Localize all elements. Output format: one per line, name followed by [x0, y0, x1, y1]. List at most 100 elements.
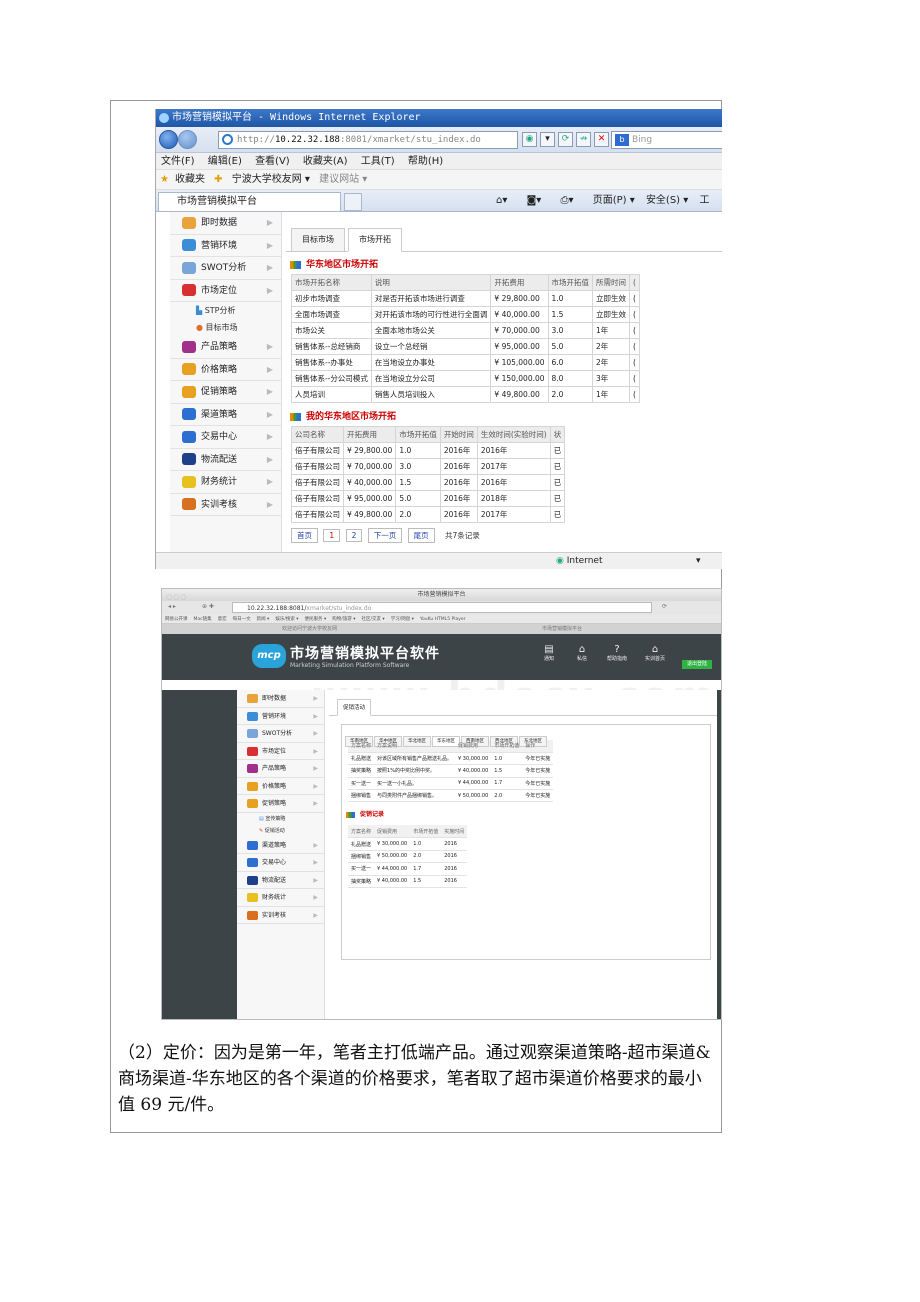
sidebar-item[interactable]: 财务统计 ▶: [170, 471, 281, 494]
region-tab[interactable]: 华东地区: [432, 736, 460, 747]
tools-menu[interactable]: 工: [699, 195, 709, 206]
bookmark-link[interactable]: 便民服务 ▾: [305, 617, 327, 622]
safety-menu[interactable]: 安全(S) ▾: [646, 195, 688, 206]
sidebar-item[interactable]: 市场定位 ▶: [237, 743, 324, 760]
favorites-button[interactable]: 收藏夹: [175, 174, 205, 185]
sidebar-item-label: 市场定位: [201, 285, 238, 296]
tab-market-expansion[interactable]: 市场开拓: [348, 228, 402, 252]
page-2-link[interactable]: 2: [345, 529, 363, 542]
message-button[interactable]: ⌂ 私信: [567, 644, 597, 663]
sidebar-item[interactable]: 产品策略 ▶: [237, 760, 324, 778]
bookmark-link[interactable]: 意宏: [218, 617, 227, 622]
menu-file[interactable]: 文件(F): [161, 156, 195, 167]
table-cell: 2016年: [476, 442, 551, 459]
stop-icon[interactable]: ✕: [594, 132, 609, 147]
bookmark-link[interactable]: 学习/网盘 ▾: [391, 617, 414, 622]
feeds-icon[interactable]: ◙▾: [527, 195, 550, 206]
menu-view[interactable]: 查看(V): [255, 156, 290, 167]
bookmark-link[interactable]: 社区/交友 ▾: [361, 617, 384, 622]
sidebar-item-icon: [182, 430, 196, 443]
chevron-right-icon: ▶: [266, 240, 273, 250]
safari-tab-alumni[interactable]: 欢迎访问宁波大学校友网: [282, 624, 337, 634]
home-button[interactable]: ⌂ 实训首页: [640, 644, 670, 663]
page-1-link[interactable]: 1: [323, 529, 341, 542]
bookmark-link[interactable]: Mac随集: [194, 617, 212, 622]
safari-tab-platform[interactable]: 市场营销模拟平台: [542, 624, 582, 634]
new-tab-button[interactable]: [344, 193, 362, 211]
sidebar-sub-promotion[interactable]: ✎ 促销活动: [237, 825, 324, 837]
print-icon[interactable]: ⎙▾: [561, 195, 582, 206]
forward-icon[interactable]: [178, 130, 197, 149]
safari-url-input[interactable]: 10.22.32.188:8081/xmarket/stu_index.do: [232, 602, 652, 613]
sidebar-item[interactable]: 渠道策略 ▶: [237, 837, 324, 854]
sidebar-sub-advertising[interactable]: ▤ 宣传策略: [237, 813, 324, 825]
target-icon: ●: [196, 323, 203, 332]
menu-edit[interactable]: 编辑(E): [208, 156, 242, 167]
menu-help[interactable]: 帮助(H): [408, 156, 443, 167]
sidebar-item[interactable]: 营销环境 ▶: [237, 708, 324, 725]
sidebar-item[interactable]: 即时数据 ▶: [170, 212, 281, 235]
next-page-link[interactable]: 下一页: [367, 528, 403, 543]
region-tab[interactable]: 华北地区: [403, 736, 431, 747]
zoom-control[interactable]: ▾: [696, 553, 701, 569]
sidebar-item[interactable]: 产品策略 ▶: [170, 336, 281, 359]
search-input[interactable]: b Bing: [611, 131, 722, 149]
page-menu[interactable]: 页面(P) ▾: [593, 195, 635, 206]
go-icon[interactable]: ↛: [576, 132, 591, 147]
sidebar-item[interactable]: 实训考核 ▶: [237, 907, 324, 924]
tab-promotion-activity[interactable]: 促销活动: [337, 699, 372, 716]
bookmark-link[interactable]: 网易公开课: [165, 617, 188, 622]
sidebar-item[interactable]: 促销策略 ▶: [170, 381, 281, 404]
add-favorite-icon[interactable]: ✚: [214, 174, 222, 185]
bookmark-link[interactable]: YouKu HTML5 Player: [420, 617, 466, 622]
sidebar-item[interactable]: 物流配送 ▶: [237, 872, 324, 889]
bookmark-link[interactable]: 每日一文: [233, 617, 251, 622]
bookmark-link[interactable]: 购物/旅游 ▾: [332, 617, 355, 622]
table-cell: 倍子有限公司: [291, 490, 344, 507]
sidebar-item[interactable]: 财务统计 ▶: [237, 889, 324, 907]
favorite-suggested-link[interactable]: 建议网站 ▾: [319, 174, 367, 185]
sidebar-item[interactable]: 市场定位 ▶: [170, 280, 281, 302]
sidebar-item[interactable]: 促销策略 ▶: [237, 795, 324, 813]
bookmark-link[interactable]: 新闻 ▾: [257, 617, 270, 622]
sidebar-item[interactable]: 实训考核 ▶: [170, 494, 281, 516]
table-cell: 1.7: [491, 777, 523, 791]
ie-active-tab[interactable]: 市场营销模拟平台: [158, 192, 341, 211]
sidebar-sub-stp[interactable]: ▙ STP分析: [170, 302, 281, 319]
sidebar-item[interactable]: SWOT分析 ▶: [237, 725, 324, 743]
dropdown-icon[interactable]: ▾: [540, 132, 555, 147]
bookmark-link[interactable]: 娱乐/搜索 ▾: [275, 617, 298, 622]
table-cell: 1.5: [547, 306, 594, 323]
reload-icon[interactable]: ⟳: [662, 601, 667, 613]
share-icon[interactable]: ⊕ ✚: [202, 601, 214, 613]
back-forward-icon[interactable]: ◂ ▸: [168, 601, 176, 613]
table-cell: 1.5: [491, 764, 523, 778]
chevron-right-icon: ▶: [313, 712, 318, 720]
tab-target-market[interactable]: 目标市场: [291, 228, 345, 252]
refresh-icon[interactable]: ⟳: [558, 132, 573, 147]
sidebar-item[interactable]: 价格策略 ▶: [170, 359, 281, 381]
sidebar-item[interactable]: 交易中心 ▶: [170, 426, 281, 449]
sidebar-item[interactable]: 营销环境 ▶: [170, 235, 281, 257]
sidebar-item[interactable]: 渠道策略 ▶: [170, 404, 281, 426]
favorite-alumni-link[interactable]: 宁波大学校友网 ▾: [232, 174, 310, 185]
first-page-link[interactable]: 首页: [291, 528, 318, 543]
menu-favorites[interactable]: 收藏夹(A): [303, 156, 348, 167]
notify-button[interactable]: ▤ 通知: [534, 644, 564, 663]
sidebar-item[interactable]: 价格策略 ▶: [237, 778, 324, 795]
home-icon[interactable]: ⌂▾: [496, 195, 515, 206]
sidebar-sub-target[interactable]: ● 目标市场: [170, 319, 281, 336]
sidebar-item[interactable]: 交易中心 ▶: [237, 854, 324, 872]
help-button[interactable]: ? 帮助指南: [602, 644, 632, 663]
back-icon[interactable]: [159, 130, 178, 149]
last-page-link[interactable]: 尾页: [407, 528, 435, 543]
sidebar-item[interactable]: 即时数据 ▶: [237, 690, 324, 708]
sidebar-item[interactable]: 物流配送 ▶: [170, 449, 281, 471]
logout-button[interactable]: 退出登陆: [682, 660, 712, 669]
compat-icon[interactable]: ◉: [522, 132, 537, 147]
sidebar-item[interactable]: SWOT分析 ▶: [170, 257, 281, 280]
url-input[interactable]: http://10.22.32.188:8081/xmarket/stu_ind…: [218, 131, 518, 149]
menu-tools[interactable]: 工具(T): [361, 156, 395, 167]
table-cell: ¥ 49,800.00: [342, 506, 397, 523]
table-cell: ¥ 70,000.00: [490, 322, 549, 339]
